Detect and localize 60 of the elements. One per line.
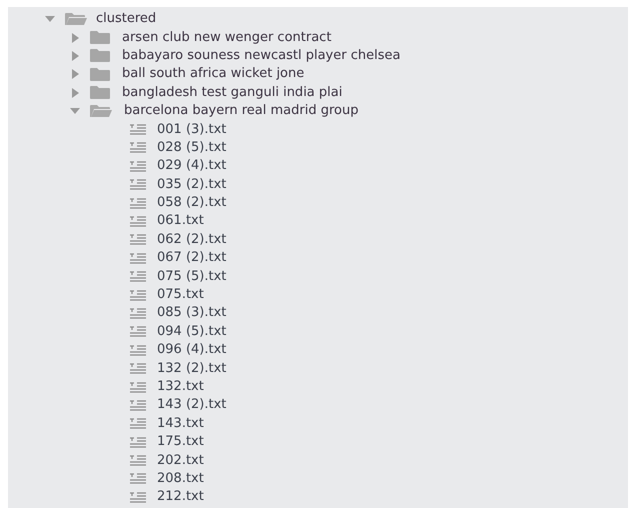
- file-name[interactable]: 085 (3).txt: [157, 305, 226, 322]
- text-file-icon: [130, 124, 146, 136]
- text-file-icon: [130, 363, 146, 374]
- text-file-icon: [130, 473, 146, 484]
- text-file-icon: [130, 344, 146, 356]
- file-name[interactable]: 075 (5).txt: [157, 268, 226, 285]
- expand-arrow-icon[interactable]: [70, 88, 80, 98]
- text-file-icon: [130, 271, 146, 282]
- file-name[interactable]: 143.txt: [157, 416, 204, 432]
- text-file-icon: [130, 418, 146, 430]
- file-name[interactable]: 143 (2).txt: [157, 397, 226, 414]
- file-name[interactable]: 212.txt: [157, 489, 204, 506]
- file-name[interactable]: 132 (2).txt: [157, 360, 226, 377]
- folder-name[interactable]: barcelona bayern real madrid group: [124, 103, 358, 120]
- text-file-icon: [130, 179, 146, 190]
- file-name[interactable]: 029 (4).txt: [157, 158, 226, 174]
- file-name[interactable]: 075.txt: [157, 287, 204, 304]
- expand-arrow-icon[interactable]: [70, 69, 80, 80]
- text-file-icon: [130, 382, 146, 392]
- text-file-icon: [130, 492, 146, 503]
- file-name[interactable]: 067 (2).txt: [157, 250, 226, 266]
- folder-name[interactable]: arsen club new wenger contract: [122, 30, 332, 46]
- text-file-icon: [130, 252, 146, 264]
- text-file-icon: [130, 198, 146, 209]
- folder-name[interactable]: bangladesh test ganguli india plai: [122, 84, 342, 101]
- file-name[interactable]: 208.txt: [157, 470, 204, 487]
- text-file-icon: [130, 290, 146, 301]
- folder-name[interactable]: ball south africa wicket jone: [122, 66, 304, 82]
- text-file-icon: [130, 216, 146, 227]
- folder-name[interactable]: babayaro souness newcastl player chelsea: [122, 48, 400, 64]
- file-name[interactable]: 061.txt: [157, 213, 204, 230]
- folder-name[interactable]: clustered: [96, 11, 156, 28]
- file-name[interactable]: 028 (5).txt: [157, 140, 226, 156]
- collapse-arrow-icon[interactable]: [70, 106, 80, 116]
- folder-icon: [90, 86, 110, 100]
- text-file-icon: [130, 160, 146, 172]
- file-name[interactable]: 096 (4).txt: [157, 342, 226, 358]
- text-file-icon: [130, 142, 146, 154]
- text-file-icon: [130, 326, 146, 338]
- text-file-icon: [130, 455, 146, 466]
- folder-icon: [90, 49, 110, 62]
- file-name[interactable]: 058 (2).txt: [157, 195, 226, 212]
- folder-icon: [90, 105, 112, 118]
- file-name[interactable]: 001 (3).txt: [157, 122, 226, 138]
- file-name[interactable]: 175.txt: [157, 434, 204, 450]
- file-name[interactable]: 062 (2).txt: [157, 232, 226, 248]
- file-name[interactable]: 094 (5).txt: [157, 324, 226, 340]
- text-file-icon: [130, 308, 146, 319]
- expand-arrow-icon[interactable]: [70, 32, 80, 43]
- folder-icon: [65, 13, 87, 26]
- expand-arrow-icon[interactable]: [70, 50, 80, 61]
- text-file-icon: [130, 436, 146, 448]
- text-file-icon: [130, 234, 146, 246]
- text-file-icon: [130, 400, 146, 411]
- folder-icon: [90, 68, 110, 81]
- file-name[interactable]: 035 (2).txt: [157, 176, 226, 193]
- file-name[interactable]: 132.txt: [157, 379, 204, 395]
- file-name[interactable]: 202.txt: [157, 452, 204, 469]
- collapse-arrow-icon[interactable]: [45, 14, 55, 24]
- folder-icon: [90, 31, 110, 44]
